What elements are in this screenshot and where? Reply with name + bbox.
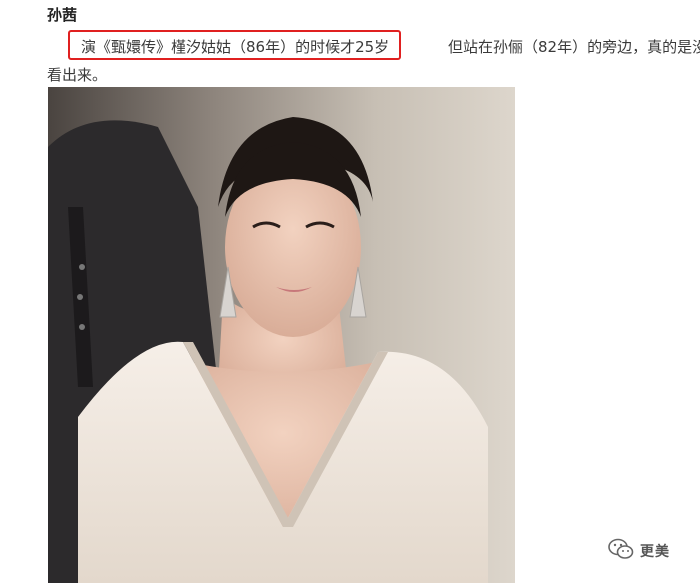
watermark: 更美 [608,538,670,564]
section-heading: 孙茜 [47,6,78,24]
paragraph-text: 但站在孙俪（82年）的旁边，真的是没 [448,38,700,56]
wechat-icon [608,538,634,564]
paragraph-line-1: 演《甄嬛传》槿汐姑姑（86年）的时候才25岁 但站在孙俪（82年）的旁边，真的是… [81,33,700,61]
article-photo [48,87,515,583]
paragraph-line-2: 看出来。 [47,66,108,84]
watermark-text: 更美 [640,544,670,560]
highlighted-text: 演《甄嬛传》槿汐姑姑（86年）的时候才25岁 [81,38,390,56]
